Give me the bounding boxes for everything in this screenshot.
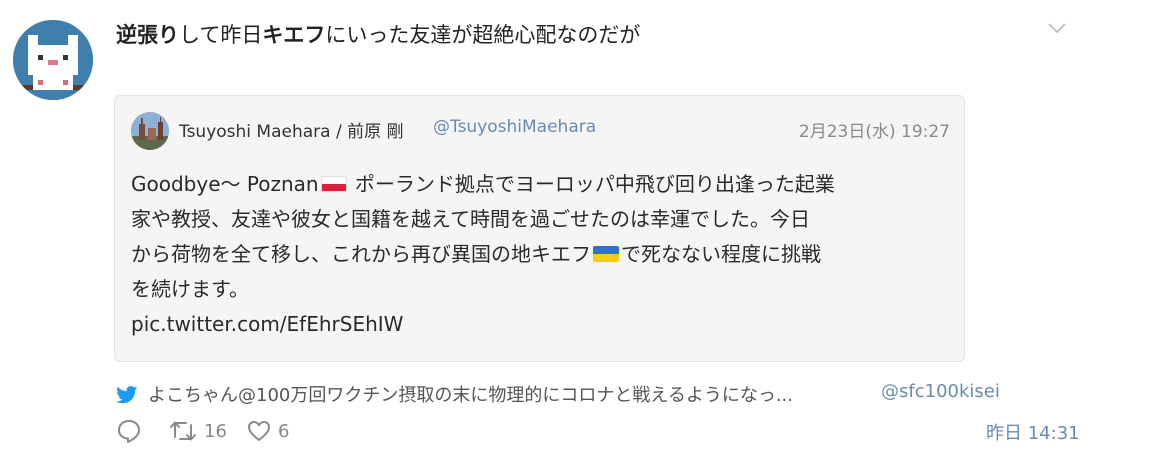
- media-link[interactable]: pic.twitter.com/EfEhrSEhIW: [131, 312, 403, 336]
- line-text: から荷物を全て移し、これから再び異国の地キエフ: [131, 242, 591, 266]
- quoted-tweet-date[interactable]: 2月23日(水) 19:27: [799, 117, 950, 142]
- cityscape-avatar-icon: [131, 112, 169, 150]
- retweeter-text: よこちゃん@100万回ワクチン摂取の末に物理的にコロナと戦えるようになっ...: [148, 385, 793, 406]
- ukraine-flag-icon: [593, 246, 619, 262]
- like-button[interactable]: 6: [246, 418, 289, 444]
- quoted-tweet-line: Goodbye〜 Poznan ポーランド拠点でヨーロッパ中飛び回り出逢った起業: [131, 167, 961, 202]
- poland-flag-icon: [320, 176, 347, 192]
- line-text: Goodbye〜 Poznan: [131, 172, 319, 196]
- tweet-text-part: 逆張り: [116, 23, 179, 47]
- quoted-tweet-body: Goodbye〜 Poznan ポーランド拠点でヨーロッパ中飛び回り出逢った起業…: [131, 167, 961, 307]
- quoted-tweet-line: を続けます。: [131, 272, 961, 307]
- heart-icon: [248, 421, 270, 441]
- user-avatar[interactable]: [13, 20, 93, 100]
- quoted-tweet-line: から荷物を全て移し、これから再び異国の地キエフ で死なない程度に挑戦: [131, 237, 961, 272]
- reply-button[interactable]: [116, 418, 148, 444]
- tweet-text-part: して昨日: [179, 23, 263, 47]
- retweeted-by[interactable]: よこちゃん@100万回ワクチン摂取の末に物理的にコロナと戦えるようになっ...: [116, 381, 793, 407]
- chevron-down-icon[interactable]: [1044, 18, 1070, 38]
- quoted-user-avatar[interactable]: [131, 112, 169, 150]
- retweeter-handle[interactable]: @sfc100kisei: [881, 381, 1000, 402]
- line-text: 家や教授、友達や彼女と国籍を越えて時間を過ごせたのは幸運でした。今日: [131, 207, 810, 231]
- tweet-timestamp[interactable]: 昨日 14:31: [986, 419, 1080, 445]
- retweet-icon: [170, 421, 196, 441]
- line-text: を続けます。: [131, 277, 249, 301]
- tweet-text: 逆張りして昨日キエフにいった友達が超絶心配なのだが: [116, 19, 640, 51]
- quoted-tweet[interactable]: Tsuyoshi Maehara / 前原 剛 @TsuyoshiMaehara…: [114, 95, 965, 362]
- like-count: 6: [278, 420, 290, 442]
- tweet-text-part: キエフ: [262, 23, 326, 47]
- quoted-tweet-line: 家や教授、友達や彼女と国籍を越えて時間を過ごせたのは幸運でした。今日: [131, 202, 961, 237]
- tweet-card: 逆張りして昨日キエフにいった友達が超絶心配なのだが Tsuyoshi Maeha…: [0, 0, 1157, 465]
- pixel-cat-avatar-icon: [13, 20, 93, 100]
- retweet-count: 16: [204, 420, 227, 442]
- reply-icon: [118, 420, 140, 443]
- quoted-user-name[interactable]: Tsuyoshi Maehara / 前原 剛: [179, 117, 404, 142]
- line-text: で死なない程度に挑戦: [621, 242, 821, 266]
- retweet-button[interactable]: 16: [168, 418, 227, 444]
- tweet-text-part: にいった友達が超絶心配なのだが: [325, 23, 641, 47]
- quoted-user-handle[interactable]: @TsuyoshiMaehara: [433, 117, 596, 137]
- line-text: ポーランド拠点でヨーロッパ中飛び回り出逢った起業: [348, 172, 835, 196]
- twitter-bird-icon: [116, 386, 138, 404]
